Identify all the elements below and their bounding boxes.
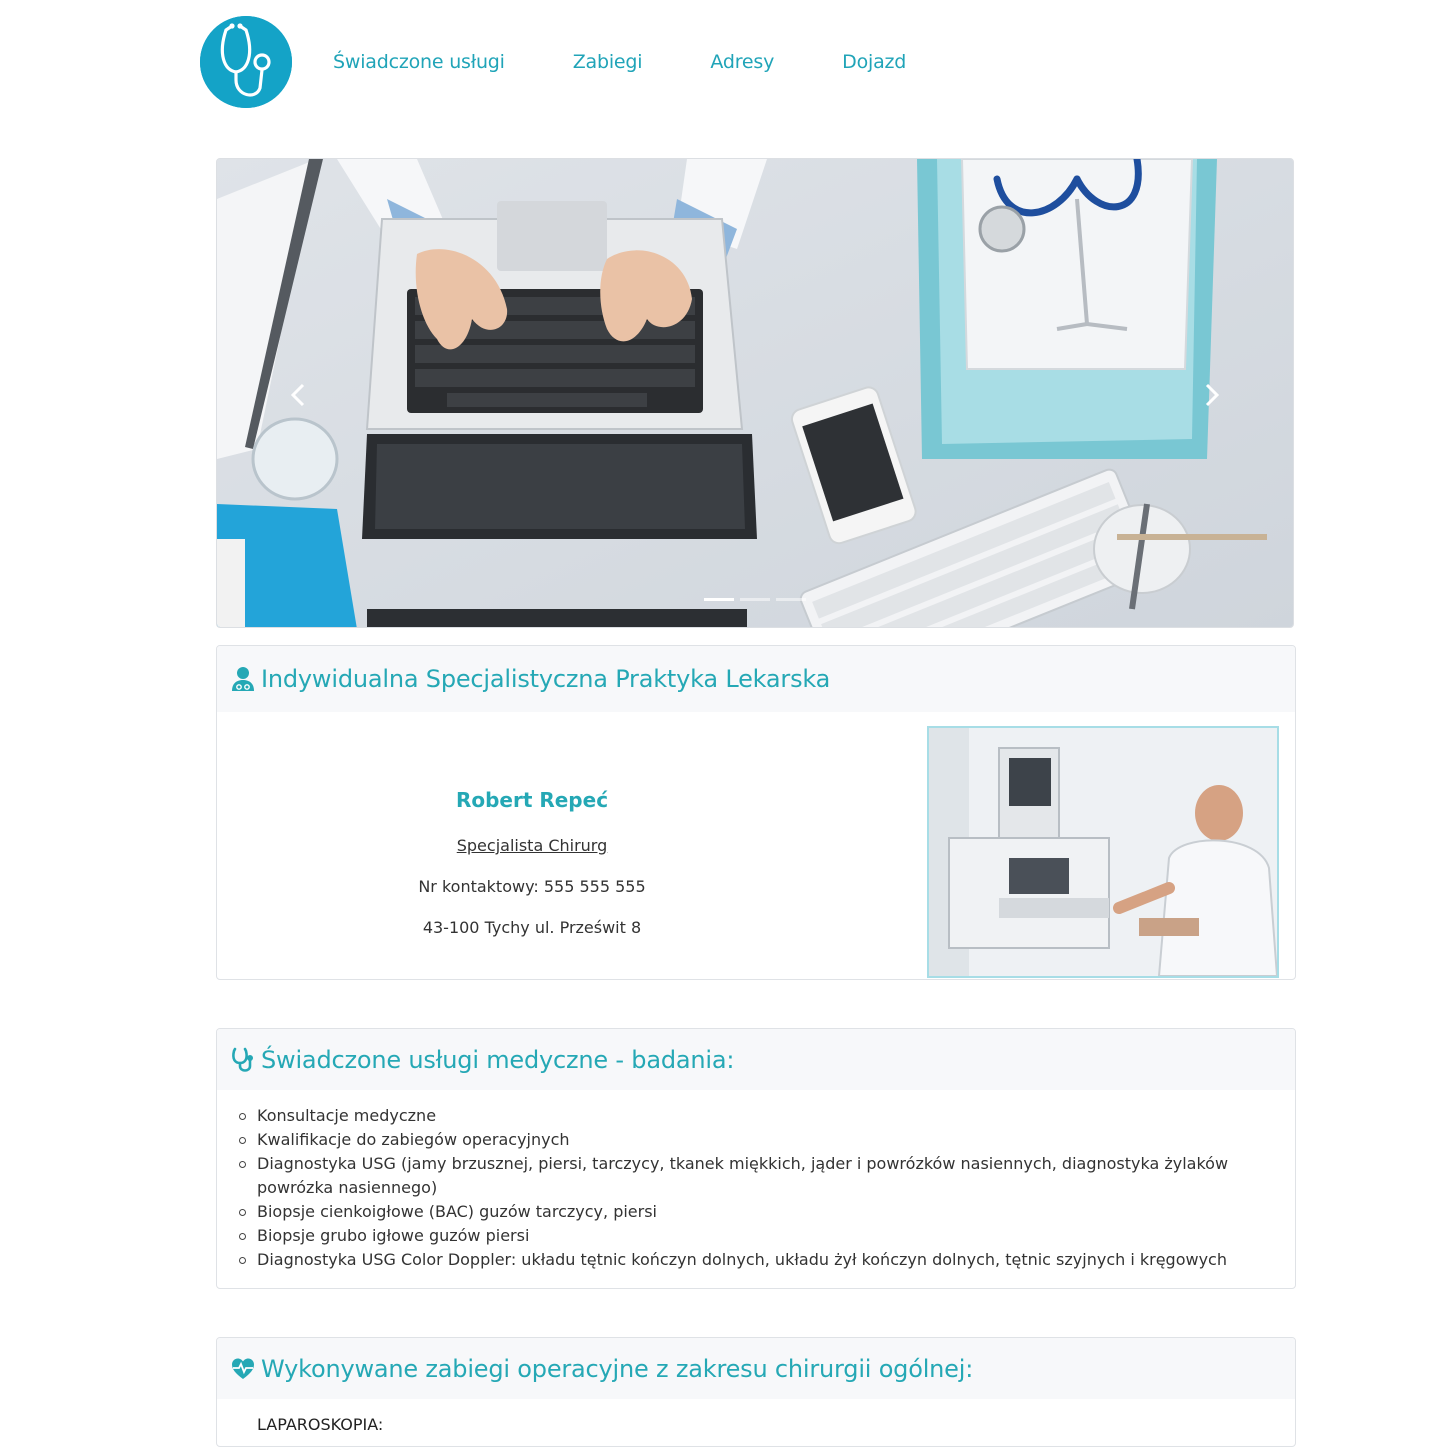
heartbeat-icon: [232, 1358, 254, 1379]
services-card: Świadczone usługi medyczne - badania: Ko…: [216, 1028, 1296, 1289]
list-item: Diagnostyka USG Color Doppler: układu tę…: [239, 1248, 1237, 1272]
services-list: Konsultacje medyczne Kwalifikacje do zab…: [217, 1104, 1295, 1272]
procedures-card: Wykonywane zabiegi operacyjne z zakresu …: [216, 1337, 1296, 1447]
carousel-next-button[interactable]: [1199, 381, 1223, 409]
user-doctor-icon: [232, 667, 254, 691]
doctor-profile: Robert Repeć Specjalista Chirurg Nr kont…: [217, 712, 847, 937]
list-item: Kwalifikacje do zabiegów operacyjnych: [239, 1128, 1237, 1152]
practice-card: Indywidualna Specjalistyczna Praktyka Le…: [216, 645, 1296, 980]
list-item: Diagnostyka USG (jamy brzusznej, piersi,…: [239, 1152, 1237, 1200]
chevron-right-icon: [1205, 383, 1220, 407]
services-card-header: Świadczone usługi medyczne - badania:: [217, 1029, 1295, 1090]
list-item: Biopsje cienkoigłowe (BAC) guzów tarczyc…: [239, 1200, 1237, 1224]
doctor-name: Robert Repeć: [455, 788, 609, 812]
stethoscope-icon[interactable]: [200, 16, 292, 108]
doctor-photo: [927, 726, 1279, 978]
procedures-card-header: Wykonywane zabiegi operacyjne z zakresu …: [217, 1338, 1295, 1399]
nav-item-services[interactable]: Świadczone usługi: [333, 51, 505, 73]
practice-address: 43-100 Tychy ul. Prześwit 8: [422, 918, 642, 937]
practice-card-header: Indywidualna Specjalistyczna Praktyka Le…: [217, 646, 1295, 712]
doctor-specialty: Specjalista Chirurg: [456, 836, 608, 855]
site-header: Świadczone usługi Zabiegi Adresy Dojazd: [200, 16, 1240, 108]
practice-title: Indywidualna Specjalistyczna Praktyka Le…: [261, 665, 831, 693]
main-nav: Świadczone usługi Zabiegi Adresy Dojazd: [333, 16, 974, 108]
stethoscope-icon: [232, 1047, 253, 1072]
contact-phone: Nr kontaktowy: 555 555 555: [418, 877, 646, 896]
list-item: Biopsje grubo igłowe guzów piersi: [239, 1224, 1237, 1248]
procedures-title: Wykonywane zabiegi operacyjne z zakresu …: [261, 1354, 974, 1383]
chevron-left-icon: [290, 383, 305, 407]
carousel-slide-image: [217, 159, 1293, 627]
list-item: Konsultacje medyczne: [239, 1104, 1237, 1128]
carousel-indicator[interactable]: [704, 598, 734, 601]
carousel-prev-button[interactable]: [287, 381, 311, 409]
carousel-indicator[interactable]: [740, 598, 770, 601]
services-title: Świadczone usługi medyczne - badania:: [261, 1045, 735, 1074]
nav-item-addresses[interactable]: Adresy: [710, 51, 774, 73]
carousel-indicator[interactable]: [776, 598, 806, 601]
carousel-indicators: [217, 598, 1293, 601]
nav-item-procedures[interactable]: Zabiegi: [573, 51, 643, 73]
nav-item-directions[interactable]: Dojazd: [842, 51, 906, 73]
hero-carousel[interactable]: [216, 158, 1294, 628]
procedure-section-heading: LAPAROSKOPIA:: [257, 1415, 384, 1434]
